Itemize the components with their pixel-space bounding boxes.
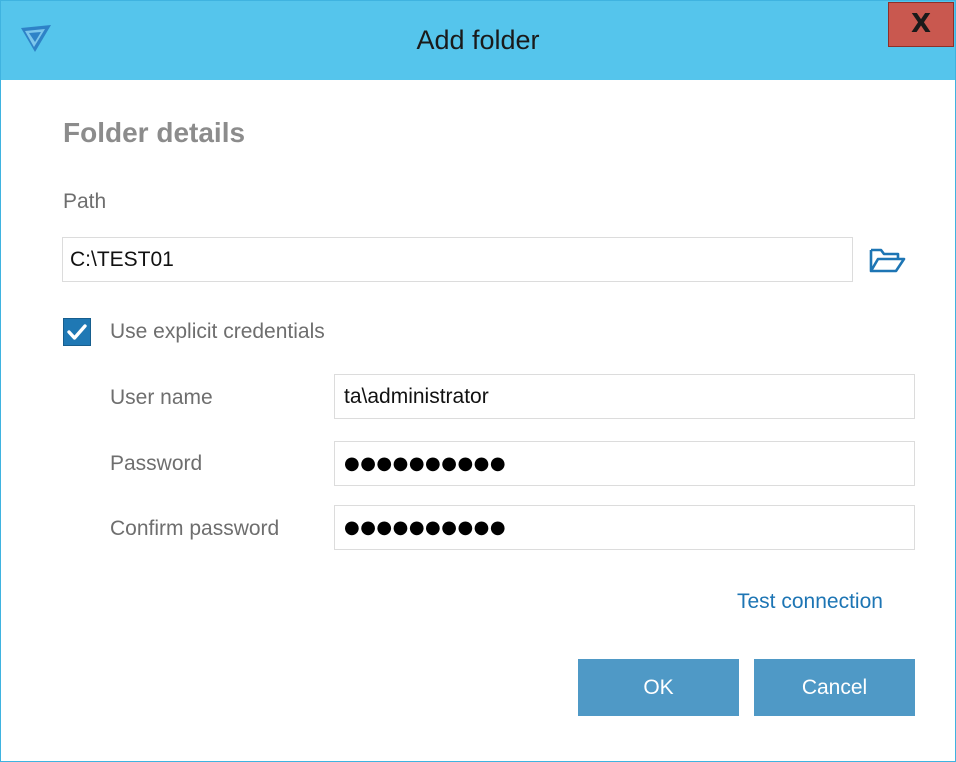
add-folder-dialog: Add folder X Folder details Path C:\TEST… <box>0 0 956 762</box>
dialog-content: Folder details Path C:\TEST01 Use explic… <box>22 80 934 749</box>
use-explicit-credentials-label[interactable]: Use explicit credentials <box>110 320 325 344</box>
ok-button[interactable]: OK <box>578 659 739 716</box>
password-input[interactable]: ●●●●●●●●●● <box>334 441 915 486</box>
confirm-password-label: Confirm password <box>110 517 280 540</box>
use-explicit-credentials-checkbox[interactable] <box>63 318 91 346</box>
confirm-password-input[interactable]: ●●●●●●●●●● <box>334 505 915 550</box>
checkmark-icon <box>67 324 87 340</box>
close-button[interactable]: X <box>888 2 954 47</box>
test-connection-link[interactable]: Test connection <box>737 590 883 614</box>
section-title: Folder details <box>63 117 246 148</box>
folder-open-icon[interactable] <box>868 246 906 274</box>
title-bar[interactable]: Add folder X <box>1 1 955 80</box>
cancel-button[interactable]: Cancel <box>754 659 915 716</box>
user-name-input[interactable]: ta\administrator <box>334 374 915 419</box>
user-name-label: User name <box>110 386 213 409</box>
password-label: Password <box>110 452 203 475</box>
dialog-title: Add folder <box>416 25 540 55</box>
path-input[interactable]: C:\TEST01 <box>62 237 853 282</box>
path-label: Path <box>63 190 107 213</box>
